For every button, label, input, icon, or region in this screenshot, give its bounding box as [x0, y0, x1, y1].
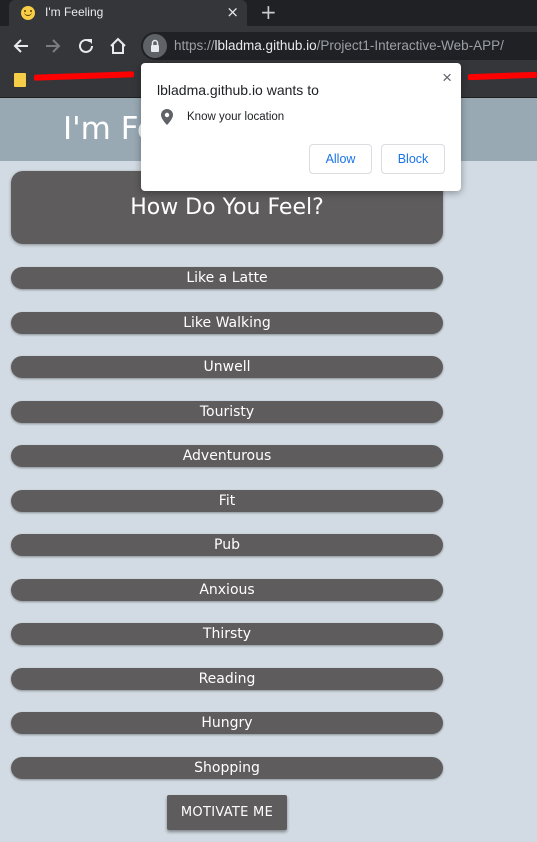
lock-icon — [151, 39, 159, 52]
tab-close-icon[interactable]: × — [226, 3, 239, 21]
forward-arrow-icon[interactable] — [42, 35, 64, 57]
new-tab-icon[interactable]: + — [260, 1, 277, 23]
mood-button-like-walking[interactable]: Like Walking — [11, 311, 443, 334]
mood-button-like-a-latte[interactable]: Like a Latte — [11, 267, 443, 289]
smiley-favicon-icon — [21, 6, 35, 20]
redacted-bookmark — [468, 71, 537, 81]
block-button[interactable]: Block — [381, 144, 445, 174]
close-icon[interactable]: × — [442, 68, 452, 88]
bookmark-folder-icon[interactable] — [14, 73, 26, 87]
location-permission-dialog: lbladma.github.io wants to × Know your l… — [141, 63, 461, 191]
permission-item: Know your location — [187, 111, 285, 123]
mood-button-unwell[interactable]: Unwell — [11, 356, 443, 378]
motivate-me-button[interactable]: MOTIVATE ME — [167, 795, 287, 830]
reload-icon[interactable] — [75, 35, 97, 57]
tab-strip: I'm Feeling × + — [0, 0, 537, 26]
browser-toolbar: https://lbladma.github.io/Project1-Inter… — [0, 26, 537, 65]
mood-button-shopping[interactable]: Shopping — [11, 756, 443, 779]
site-info-button[interactable] — [143, 34, 167, 58]
permission-title: lbladma.github.io wants to — [157, 82, 319, 98]
url-scheme: https:// — [174, 38, 215, 53]
url-host: lbladma.github.io — [214, 38, 317, 53]
back-arrow-icon[interactable] — [10, 35, 32, 57]
redacted-bookmark — [34, 71, 134, 81]
mood-button-anxious[interactable]: Anxious — [11, 578, 443, 601]
location-pin-icon — [161, 109, 173, 125]
mood-button-pub[interactable]: Pub — [11, 534, 443, 556]
mood-button-reading[interactable]: Reading — [11, 667, 443, 690]
mood-button-hungry[interactable]: Hungry — [11, 712, 443, 734]
browser-tab[interactable]: I'm Feeling × — [9, 0, 247, 26]
mood-button-adventurous[interactable]: Adventurous — [11, 445, 443, 467]
allow-button[interactable]: Allow — [309, 144, 372, 174]
mood-button-thirsty[interactable]: Thirsty — [11, 623, 443, 645]
mood-button-touristy[interactable]: Touristy — [11, 400, 443, 423]
mood-button-list: Like a Latte Like Walking Unwell Tourist… — [11, 267, 443, 801]
home-icon[interactable] — [107, 35, 129, 57]
mood-button-fit[interactable]: Fit — [11, 489, 443, 512]
tab-title: I'm Feeling — [45, 5, 104, 19]
address-bar[interactable]: https://lbladma.github.io/Project1-Inter… — [141, 32, 537, 60]
url-text: https://lbladma.github.io/Project1-Inter… — [174, 38, 504, 53]
url-path: /Project1-Interactive-Web-APP/ — [316, 38, 504, 53]
